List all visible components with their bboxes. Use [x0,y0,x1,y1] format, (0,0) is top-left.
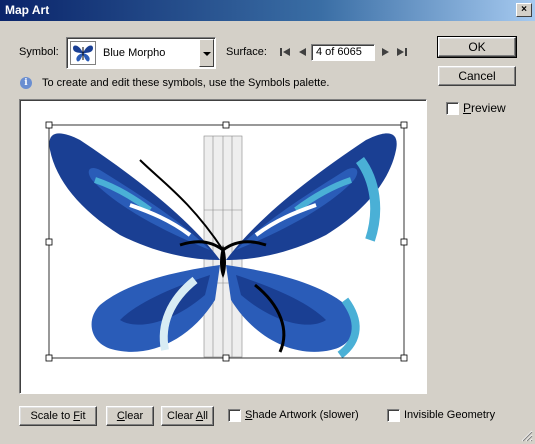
symbol-label: Symbol: [19,46,59,58]
clear-all-button[interactable]: Clear All [161,406,214,426]
surface-label: Surface: [226,46,267,58]
clear-all-mnemonic: A [195,410,204,422]
surface-field[interactable]: 4 of 6065 [311,44,375,61]
clear-all-pre: Clear [167,410,196,422]
shade-artwork-checkbox[interactable] [228,409,241,422]
chevron-down-icon[interactable] [199,39,214,67]
ok-button[interactable]: OK [437,36,517,58]
scale-to-fit-pre: Scale to [30,410,74,422]
invisible-geometry-label: Invisible Geometry [404,409,496,421]
info-icon: i [20,77,32,89]
invisible-geometry-checkbox[interactable] [387,409,400,422]
clear-button[interactable]: Clear [106,406,154,426]
previous-surface-icon[interactable] [296,46,308,58]
scale-to-fit-post: it [80,410,86,422]
symbol-selected-value: Blue Morpho [103,47,166,59]
shade-artwork-label: Shade Artwork (slower) [245,409,359,421]
preview-checkbox[interactable] [446,102,459,115]
info-text: To create and edit these symbols, use th… [42,77,330,89]
butterfly-icon [70,41,96,65]
cancel-button[interactable]: Cancel [438,66,516,86]
art-preview-pane[interactable] [19,99,427,394]
butterfly-artwork [45,121,408,362]
shade-artwork-post: hade Artwork (slower) [252,409,359,421]
title-bar: Map Art × [0,0,535,21]
scale-to-fit-mnemonic: F [73,410,81,422]
clear-all-post: ll [203,410,208,422]
clear-post: lear [124,410,144,422]
preview-label-post: review [471,101,506,115]
scale-to-fit-button[interactable]: Scale to Fit [19,406,97,426]
first-surface-icon[interactable] [279,46,291,58]
preview-label: Preview [463,101,506,115]
next-surface-icon[interactable] [380,46,392,58]
preview-label-mnemonic: P [463,101,472,115]
window-title: Map Art [5,3,50,17]
symbol-dropdown[interactable]: Blue Morpho [66,37,216,69]
clear-mnemonic: C [116,410,125,422]
close-button[interactable]: × [516,3,532,17]
resize-grip-icon[interactable] [521,430,533,442]
last-surface-icon[interactable] [396,46,408,58]
